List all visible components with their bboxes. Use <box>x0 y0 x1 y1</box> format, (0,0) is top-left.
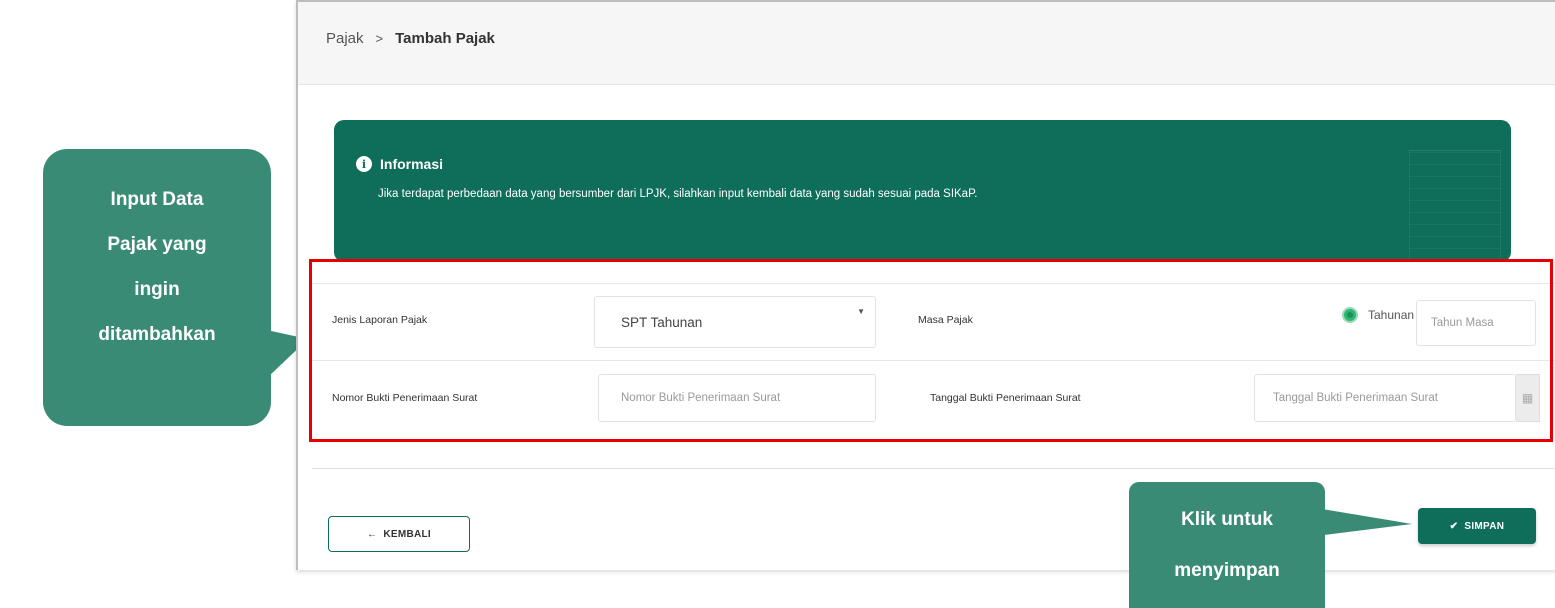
callout-line: ingin <box>134 279 180 300</box>
callout-line: Pajak yang <box>107 234 207 255</box>
callout-save: Klik untuk menyimpan <box>1129 482 1325 608</box>
back-button[interactable]: ← KEMBALI <box>328 516 470 552</box>
arrow-left-icon: ← <box>367 528 378 540</box>
breadcrumb: Pajak > Tambah Pajak <box>326 30 495 47</box>
breadcrumb-bar: Pajak > Tambah Pajak <box>298 2 1555 85</box>
callout-input-data: Input Data Pajak yang ingin ditambahkan <box>43 149 271 426</box>
callout-line: Klik untuk <box>1181 509 1273 530</box>
callout-right-pointer <box>1316 508 1412 536</box>
info-text: Jika terdapat perbedaan data yang bersum… <box>378 188 978 200</box>
divider <box>312 468 1555 469</box>
info-title: i Informasi <box>356 156 443 172</box>
callout-line: Input Data <box>110 189 204 210</box>
save-button-label: SIMPAN <box>1464 520 1505 532</box>
callout-line: menyimpan <box>1174 560 1280 581</box>
info-decoration <box>1409 150 1501 262</box>
info-alert: i Informasi Jika terdapat perbedaan data… <box>334 120 1511 262</box>
breadcrumb-current: Tambah Pajak <box>395 30 495 47</box>
check-icon: ✔ <box>1449 520 1459 532</box>
highlight-box <box>309 259 1553 442</box>
breadcrumb-separator: > <box>375 31 384 46</box>
save-button[interactable]: ✔ SIMPAN <box>1418 508 1536 544</box>
back-button-label: KEMBALI <box>383 528 431 540</box>
info-icon: i <box>356 156 372 172</box>
breadcrumb-pajak[interactable]: Pajak <box>326 30 364 47</box>
info-title-text: Informasi <box>380 156 444 172</box>
callout-line: ditambahkan <box>98 324 216 345</box>
